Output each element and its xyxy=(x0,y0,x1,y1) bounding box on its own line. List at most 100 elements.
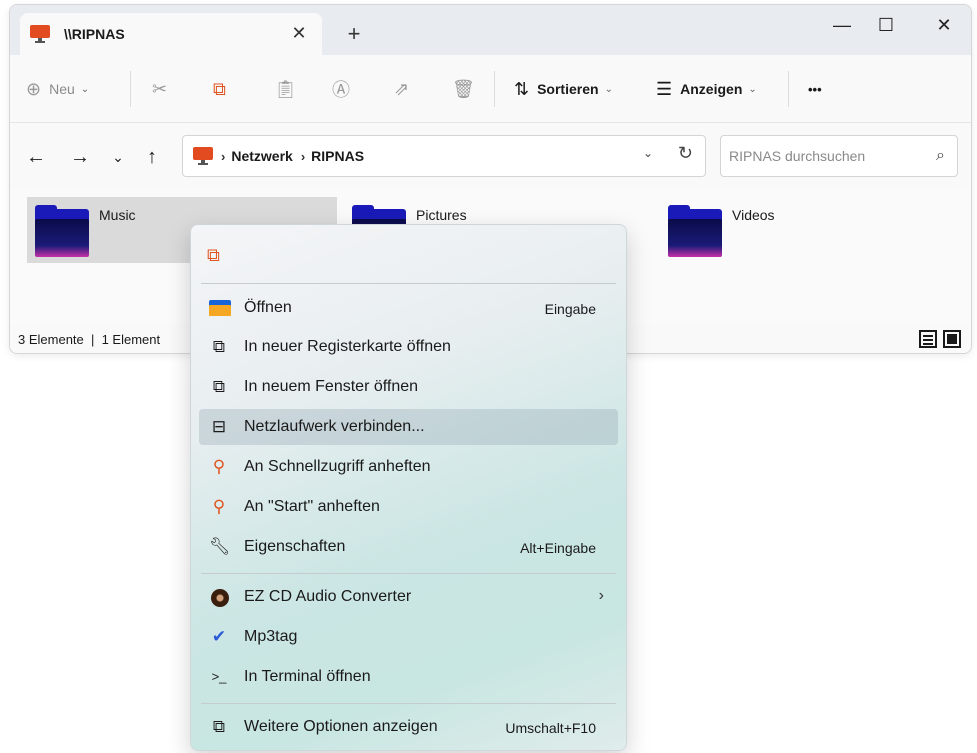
scissors-icon: ✂ xyxy=(152,78,168,99)
folder-name: Videos xyxy=(732,207,775,223)
toolbar-divider xyxy=(494,71,495,107)
menu-item-properties[interactable]: 🔧︎ Eigenschaften Alt+Eingabe xyxy=(199,529,618,565)
address-history-chevron-icon[interactable]: ⌄ xyxy=(643,146,653,160)
tiles-view-icon[interactable] xyxy=(943,330,961,348)
folder-icon xyxy=(35,205,89,257)
menu-divider xyxy=(201,573,616,574)
folder-name: Music xyxy=(99,207,136,223)
folder-icon xyxy=(668,205,722,257)
view-label: Anzeigen xyxy=(680,81,743,97)
chevron-down-icon: ⌄ xyxy=(604,83,613,95)
copy-icon: ⧉ xyxy=(213,78,226,99)
search-input[interactable]: RIPNAS durchsuchen ⌕ xyxy=(720,135,958,177)
new-button[interactable]: ⊕ Neu ⌄ xyxy=(26,73,89,105)
mp3tag-icon: ✔ xyxy=(211,627,227,646)
more-button[interactable]: ••• xyxy=(808,73,822,105)
pin-icon: ⚲ xyxy=(212,457,226,476)
menu-item-label: In neuem Fenster öffnen xyxy=(244,378,419,395)
breadcrumb-netzwerk[interactable]: Netzwerk xyxy=(231,148,292,164)
tab-close-icon[interactable]: ✕ xyxy=(288,23,310,44)
back-arrow-icon[interactable]: ← xyxy=(24,145,48,169)
copy-icon[interactable]: ⧉ xyxy=(207,245,229,267)
menu-item-shortcut: Umschalt+F10 xyxy=(505,720,596,736)
tab-title: \\RIPNAS xyxy=(64,26,125,42)
menu-item-label: In neuer Registerkarte öffnen xyxy=(244,338,451,355)
new-button-label: Neu xyxy=(49,81,75,97)
recent-locations-chevron-icon[interactable]: ⌄ xyxy=(106,145,130,169)
menu-item-label: Eigenschaften xyxy=(244,538,346,555)
trash-icon: 🗑︎ xyxy=(452,78,475,99)
copy-button[interactable]: ⧉ xyxy=(213,73,226,105)
folder-item[interactable]: Videos xyxy=(660,197,970,263)
title-bar: \\RIPNAS ✕ + — ☐ ✕ xyxy=(10,5,971,55)
maximize-button[interactable]: ☐ xyxy=(868,11,904,39)
paste-button[interactable]: 📋︎ xyxy=(274,73,297,105)
minimize-button[interactable]: — xyxy=(824,11,860,39)
search-icon: ⌕ xyxy=(936,147,945,164)
clipboard-icon: 📋︎ xyxy=(274,78,297,99)
details-view-icon[interactable] xyxy=(919,330,937,348)
chevron-down-icon: ⌄ xyxy=(748,83,757,95)
menu-item-open-new-window[interactable]: ⧉ In neuem Fenster öffnen xyxy=(199,369,618,405)
menu-item-mp3tag[interactable]: ✔ Mp3tag xyxy=(199,619,618,655)
share-icon: ⇗ xyxy=(394,78,410,99)
menu-item-label: An "Start" anheften xyxy=(244,498,380,515)
menu-item-open[interactable]: Öffnen Eingabe xyxy=(199,290,618,326)
share-button[interactable]: ⇗ xyxy=(394,73,409,105)
new-tab-icon: ⧉ xyxy=(212,337,226,356)
status-text: 3 Elemente | 1 Element xyxy=(18,332,161,347)
menu-item-label: In Terminal öffnen xyxy=(244,668,371,685)
menu-item-shortcut: Alt+Eingabe xyxy=(520,540,596,556)
cut-button[interactable]: ✂ xyxy=(152,73,167,105)
menu-item-pin-start[interactable]: ⚲ An "Start" anheften xyxy=(199,489,618,525)
breadcrumb-separator: › xyxy=(300,148,306,164)
screen: \\RIPNAS ✕ + — ☐ ✕ ⊕ Neu ⌄ ✂ ⧉ 📋︎ Ⓐ ⇗ 🗑︎… xyxy=(0,0,977,753)
address-bar[interactable]: › Netzwerk › RIPNAS ⌄ ↻ xyxy=(182,135,706,177)
menu-item-open-new-tab[interactable]: ⧉ In neuer Registerkarte öffnen xyxy=(199,329,618,365)
chevron-right-icon: › xyxy=(598,587,604,604)
sort-label: Sortieren xyxy=(537,81,599,97)
disc-icon xyxy=(211,589,229,607)
refresh-icon[interactable]: ↻ xyxy=(678,143,693,164)
menu-item-map-network-drive[interactable]: ⊟ Netzlaufwerk verbinden... xyxy=(199,409,618,445)
breadcrumb-ripnas[interactable]: RIPNAS xyxy=(311,148,364,164)
menu-item-label: Netzlaufwerk verbinden... xyxy=(244,418,425,435)
folder-open-icon xyxy=(209,300,231,316)
menu-item-label: EZ CD Audio Converter xyxy=(244,588,412,605)
chevron-down-icon: ⌄ xyxy=(80,83,90,95)
network-computer-icon xyxy=(193,147,213,165)
menu-item-label: Weitere Optionen anzeigen xyxy=(244,718,438,735)
new-tab-button[interactable]: + xyxy=(343,23,365,45)
forward-arrow-icon[interactable]: → xyxy=(68,145,92,169)
sort-button[interactable]: ⇅ Sortieren ⌄ xyxy=(514,73,613,105)
tab-ripnas[interactable]: \\RIPNAS ✕ xyxy=(20,13,322,55)
terminal-icon: >_ xyxy=(211,669,227,684)
command-bar: ⊕ Neu ⌄ ✂ ⧉ 📋︎ Ⓐ ⇗ 🗑︎ ⇅ Sortieren ⌄ ☰ An… xyxy=(10,55,971,123)
new-window-icon: ⧉ xyxy=(212,377,226,396)
plus-circle-icon: ⊕ xyxy=(26,78,42,99)
up-arrow-icon[interactable]: ↑ xyxy=(140,145,164,169)
pin-icon: ⚲ xyxy=(212,497,226,516)
more-icon: ••• xyxy=(808,81,822,97)
network-computer-icon xyxy=(30,25,50,43)
menu-item-label: Mp3tag xyxy=(244,628,298,645)
menu-divider xyxy=(201,703,616,704)
toolbar-divider xyxy=(788,71,789,107)
view-layout-icon: ☰ xyxy=(656,78,673,99)
rename-icon: Ⓐ xyxy=(332,80,350,100)
menu-item-more-options[interactable]: ⧉ Weitere Optionen anzeigen Umschalt+F10 xyxy=(199,709,618,745)
menu-item-open-terminal[interactable]: >_ In Terminal öffnen xyxy=(199,659,618,695)
menu-item-label: An Schnellzugriff anheften xyxy=(244,458,431,475)
toolbar-divider xyxy=(130,71,131,107)
breadcrumb-separator: › xyxy=(221,148,226,164)
context-menu: ⧉ Öffnen Eingabe ⧉ In neuer Registerkart… xyxy=(190,224,627,751)
network-drive-icon: ⊟ xyxy=(211,417,227,436)
view-button[interactable]: ☰ Anzeigen ⌄ xyxy=(656,73,757,105)
menu-item-pin-quick-access[interactable]: ⚲ An Schnellzugriff anheften xyxy=(199,449,618,485)
sort-icon: ⇅ xyxy=(514,78,530,99)
menu-item-ez-cd-audio-converter[interactable]: EZ CD Audio Converter › xyxy=(199,579,618,615)
menu-divider xyxy=(201,283,616,284)
close-button[interactable]: ✕ xyxy=(926,11,962,39)
rename-button[interactable]: Ⓐ xyxy=(332,73,350,105)
delete-button[interactable]: 🗑︎ xyxy=(452,73,475,105)
